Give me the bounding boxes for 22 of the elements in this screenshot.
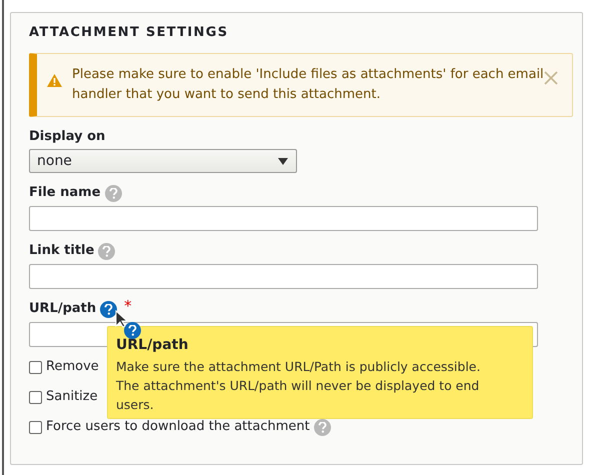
checkbox[interactable] bbox=[29, 360, 42, 374]
checkbox[interactable] bbox=[29, 390, 42, 404]
field-label: Display on bbox=[29, 128, 106, 146]
required-mark: * bbox=[124, 296, 132, 317]
text-field[interactable] bbox=[29, 264, 538, 289]
tooltip-title: URL/path bbox=[116, 336, 190, 354]
help-icon[interactable] bbox=[100, 300, 118, 318]
field-label: URL/path bbox=[29, 300, 96, 318]
checkbox-label: Force users to download the attachment bbox=[46, 418, 310, 436]
close-icon[interactable] bbox=[544, 71, 558, 85]
alert-message: Please make sure to enable 'Include files as attachments' for each email handler that you want to send this attachment. bbox=[72, 66, 544, 104]
text-field[interactable] bbox=[29, 206, 538, 231]
field-label: File name bbox=[29, 184, 101, 202]
caret-icon bbox=[278, 158, 288, 164]
checkbox-label: Remove bbox=[46, 358, 99, 376]
tooltip-text: Make sure the attachment URL/Path is publicly accessible. The attachment's URL/path will never be displayed to end users. bbox=[116, 358, 482, 414]
display-select[interactable]: none bbox=[29, 149, 297, 173]
checkbox[interactable] bbox=[29, 420, 42, 434]
checkbox-label: Sanitize bbox=[46, 388, 98, 406]
warning-icon bbox=[47, 74, 62, 87]
section-title: ATTACHMENT SETTINGS bbox=[29, 25, 230, 41]
field-label: Link title bbox=[29, 242, 94, 260]
